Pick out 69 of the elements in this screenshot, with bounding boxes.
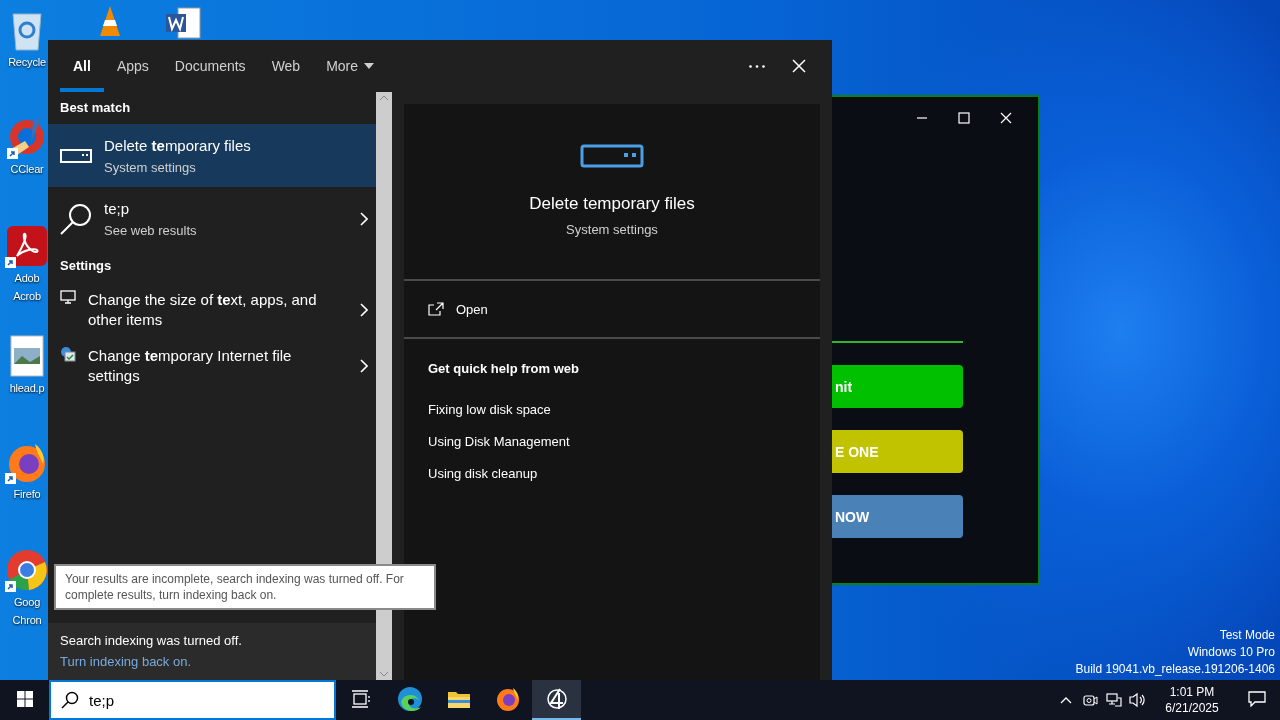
result-title: Change the size of text, apps, and other items	[88, 290, 318, 330]
clock[interactable]: 1:01 PM 6/21/2025	[1150, 680, 1234, 720]
desktop-icon-label: Firefo	[13, 487, 41, 502]
help-heading: Get quick help from web	[428, 361, 580, 376]
turn-on-indexing-link[interactable]: Turn indexing back on.	[60, 654, 364, 669]
result-subtitle: See web results	[104, 223, 198, 238]
drive-icon	[60, 148, 92, 163]
search-tab[interactable]: Web	[258, 40, 314, 92]
maximize-icon[interactable]	[958, 112, 970, 124]
chevron-up-icon[interactable]	[1060, 696, 1072, 704]
system-watermark-text: Test Mode	[1219, 627, 1275, 644]
more-options-icon[interactable]	[749, 64, 765, 68]
app-logo-icon	[545, 687, 568, 711]
edge-browser-icon	[396, 686, 423, 712]
section-header: Settings	[59, 257, 113, 275]
desktop-icon-label: hlead.p	[9, 381, 45, 396]
system-watermark-text: Build 19041.vb_release.191206-1406	[1075, 661, 1275, 678]
pdf-app-icon	[5, 224, 49, 268]
result-title: Change temporary Internet file settings	[88, 346, 293, 386]
network-icon[interactable]	[1106, 692, 1122, 708]
search-tab[interactable]: Documents	[161, 40, 259, 92]
monitor-icon	[60, 290, 76, 304]
search-tab[interactable]: More	[313, 40, 388, 92]
result-item[interactable]: Change the size of text, apps, and other items	[48, 282, 376, 338]
image-file-icon	[7, 334, 47, 378]
tooltip: Your results are incomplete, search indexing was turned off. For complete results, turn indexing back on.	[54, 564, 436, 610]
help-link[interactable]: Using disk cleanup	[428, 458, 796, 490]
result-item[interactable]: te;p See web results	[48, 187, 376, 250]
taskbar-search-box[interactable]: te;p	[49, 680, 336, 720]
camera-icon[interactable]	[1082, 692, 1098, 708]
search-icon	[61, 691, 79, 709]
help-link[interactable]: Fixing low disk space	[428, 394, 796, 426]
desktop-icon-label: Goog	[13, 595, 41, 610]
firefox-icon	[494, 686, 521, 712]
drive-icon	[580, 144, 644, 168]
notice-text: Search indexing was turned off.	[60, 633, 243, 648]
preview-subtitle: System settings	[566, 222, 658, 237]
desktop-icon-label: Adob	[14, 271, 40, 286]
search-field[interactable]: te;p	[89, 691, 289, 709]
section-header: Best match	[59, 99, 132, 117]
result-item[interactable]: Change temporary Internet file settings	[48, 338, 376, 394]
word-document-icon	[164, 6, 204, 40]
result-title: te;p	[104, 199, 131, 219]
internet-options-icon	[60, 346, 76, 362]
search-tab[interactable]: Apps	[103, 40, 162, 92]
preview-title: Delete temporary files	[529, 194, 695, 214]
taskbar-app-button[interactable]	[532, 680, 581, 720]
windows-logo-icon	[16, 691, 33, 707]
close-icon[interactable]	[1000, 112, 1012, 124]
system-watermark-text: Windows 10 Pro	[1187, 644, 1275, 661]
search-icon	[59, 201, 93, 236]
app-button[interactable]: NOW	[832, 495, 963, 538]
open-window-icon	[428, 302, 444, 316]
chrome-icon	[5, 548, 49, 592]
result-item[interactable]: Delete temporary files System settings	[48, 124, 376, 187]
speech-bubble-icon	[1248, 691, 1266, 707]
close-icon[interactable]	[792, 59, 806, 73]
result-title: Delete temporary files	[104, 136, 252, 156]
task-view-icon	[350, 690, 371, 708]
search-tab[interactable]: All	[60, 40, 104, 92]
result-subtitle: System settings	[104, 160, 197, 175]
desktop-icon-label: Recycle	[8, 55, 46, 70]
open-action[interactable]: Open	[404, 281, 820, 339]
desktop-icon-label: Chron	[12, 613, 42, 628]
folder-icon	[446, 689, 471, 709]
desktop-icon-label: Acrob	[13, 289, 41, 304]
help-link[interactable]: Using Disk Management	[428, 426, 796, 458]
volume-icon[interactable]	[1129, 692, 1147, 708]
desktop-icon-label: CClear	[10, 162, 44, 177]
